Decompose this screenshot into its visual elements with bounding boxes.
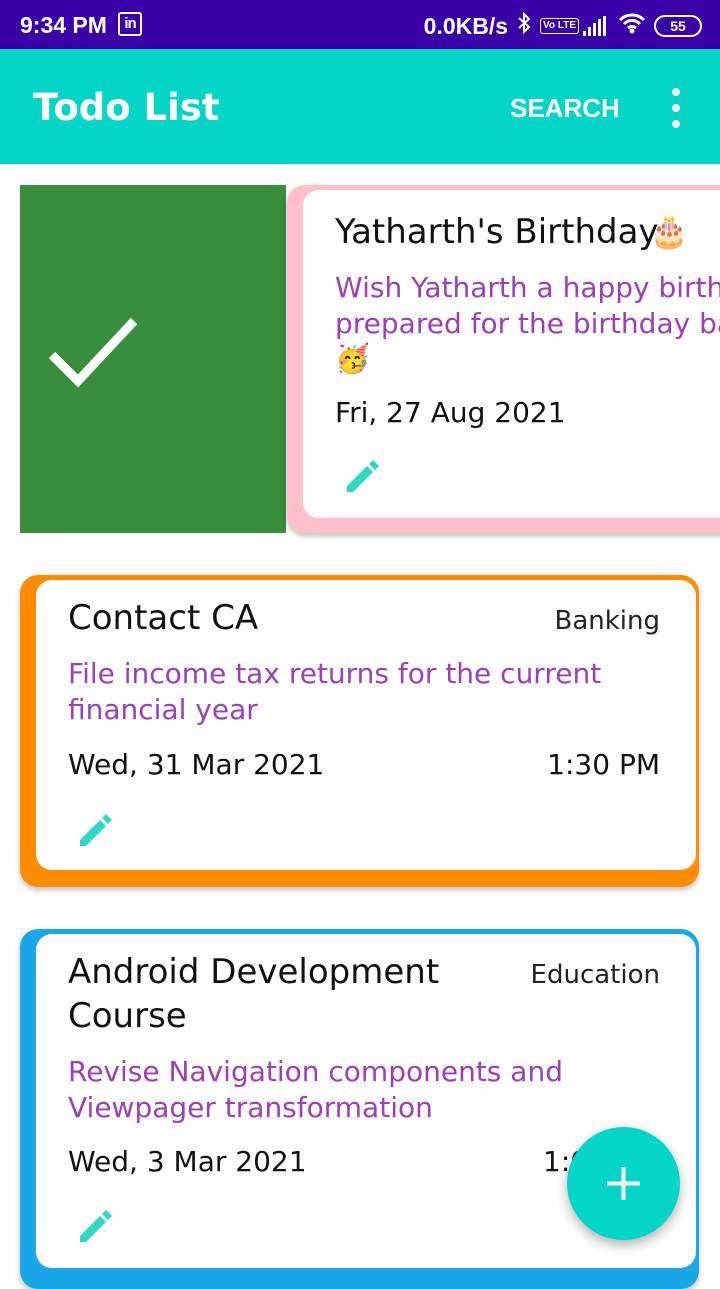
todo-date: Wed, 3 Mar 2021 (68, 1145, 307, 1178)
todo-time: 1:30 PM (547, 748, 660, 781)
todo-category: Banking (554, 606, 660, 636)
todo-description-line2: financial year (68, 693, 258, 726)
todo-card-birthday[interactable]: Yatharth's Birthday 🎂 Wish Yatharth a ha… (287, 185, 720, 533)
status-bar: 9:34 PM in 0.0KB/s Vo LTE 55 (0, 0, 720, 49)
todo-card-contact-ca[interactable]: Contact CA Banking File income tax retur… (20, 575, 699, 887)
add-todo-button[interactable] (567, 1127, 680, 1240)
todo-date: Fri, 27 Aug 2021 (335, 396, 566, 429)
status-right: 0.0KB/s Vo LTE 55 (423, 11, 702, 40)
todo-description-line1: Revise Navigation components and (68, 1055, 563, 1088)
todo-title-line2: Course (68, 996, 187, 1036)
wifi-icon (618, 12, 646, 40)
todo-card-android-course[interactable]: Android Development Course Education Rev… (20, 929, 699, 1289)
search-button[interactable]: SEARCH (510, 93, 620, 124)
more-vert-icon[interactable] (664, 88, 688, 128)
app-title: Todo List (33, 86, 220, 129)
signal-icon (583, 16, 608, 36)
bluetooth-icon (516, 11, 532, 40)
network-speed: 0.0KB/s (423, 12, 509, 39)
todo-description-line2: prepared for the birthday ba (335, 307, 720, 340)
todo-category: Education (530, 960, 660, 990)
cake-emoji: 🎂 (649, 212, 689, 250)
edit-icon[interactable] (343, 456, 383, 496)
todo-description-line1: Wish Yatharth a happy birthd (335, 271, 720, 304)
party-emoji: 🥳 (335, 342, 370, 375)
status-time: 9:34 PM (20, 12, 107, 38)
edit-icon[interactable] (76, 810, 116, 850)
check-icon (48, 317, 138, 388)
todo-title-line1: Android Development (68, 952, 440, 992)
todo-title: Yatharth's Birthday (335, 212, 659, 252)
app-bar: Todo List SEARCH (0, 49, 720, 164)
battery-icon: 55 (654, 15, 702, 37)
todo-date: Wed, 31 Mar 2021 (68, 748, 325, 781)
volte-icon: Vo LTE (540, 18, 579, 34)
todo-description-line1: File income tax returns for the current (68, 657, 602, 690)
add-icon (607, 1167, 640, 1200)
todo-title: Contact CA (68, 598, 259, 638)
edit-icon[interactable] (76, 1206, 116, 1246)
todo-description-line2: Viewpager transformation (68, 1091, 433, 1124)
linkedin-icon: in (118, 12, 142, 36)
swipe-complete-background (20, 185, 286, 533)
